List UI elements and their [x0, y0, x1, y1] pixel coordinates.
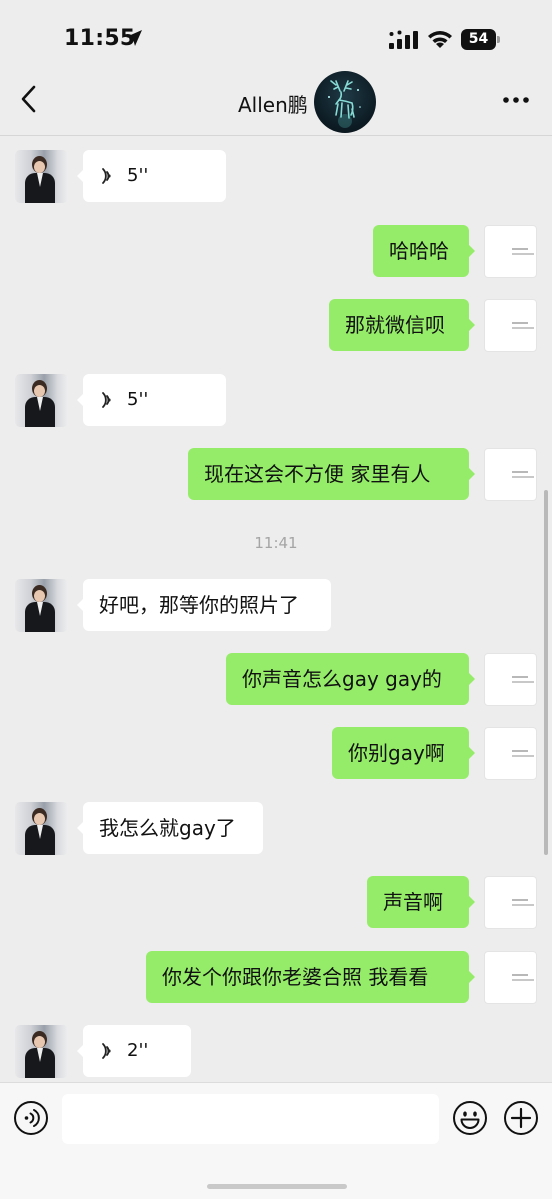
message-timestamp: 11:41 — [254, 534, 298, 552]
cellular-signal-icon — [389, 30, 418, 49]
sent-message-bubble[interactable]: 你声音怎么gay gay的 — [226, 653, 475, 705]
status-bar: 11:55 54 — [0, 0, 552, 68]
contact-avatar[interactable] — [15, 1025, 68, 1078]
sent-message-bubble[interactable]: 你别gay啊 — [332, 727, 475, 779]
contact-avatar[interactable] — [15, 150, 68, 203]
message-list[interactable]: 5'' 哈哈哈 那就微信呗 5'' 现在这会不方便 家里有人 11:41 好吧，… — [0, 137, 552, 1082]
voice-wave-icon — [102, 168, 111, 184]
self-avatar[interactable] — [484, 448, 537, 501]
chevron-left-icon[interactable] — [14, 82, 44, 116]
ellipsis-icon[interactable] — [500, 90, 532, 110]
voice-input-icon[interactable] — [13, 1100, 49, 1136]
self-avatar[interactable] — [484, 951, 537, 1004]
voice-message-bubble[interactable]: 5'' — [77, 374, 226, 426]
voice-message-bubble[interactable]: 5'' — [77, 150, 226, 202]
received-message-bubble[interactable]: 我怎么就gay了 — [77, 802, 263, 854]
wifi-icon — [428, 31, 452, 48]
contact-avatar[interactable] — [15, 374, 68, 427]
glowing-deer-icon — [328, 80, 361, 128]
contact-avatar[interactable] — [15, 802, 68, 855]
home-indicator — [207, 1184, 347, 1189]
battery-indicator: 54 — [461, 29, 501, 50]
smiley-icon[interactable] — [452, 1100, 488, 1136]
self-avatar[interactable] — [484, 653, 537, 706]
voice-duration: 5'' — [127, 165, 149, 186]
contact-avatar[interactable] — [15, 579, 68, 632]
self-avatar[interactable] — [484, 299, 537, 352]
received-message-bubble[interactable]: 好吧，那等你的照片了 — [77, 579, 331, 631]
self-avatar[interactable] — [484, 727, 537, 780]
voice-duration: 5'' — [127, 389, 149, 410]
location-arrow-icon — [126, 30, 142, 46]
message-input[interactable] — [62, 1094, 439, 1144]
chat-header: Allen鹏 — [0, 68, 552, 136]
self-avatar[interactable] — [484, 876, 537, 929]
voice-message-bubble[interactable]: 2'' — [77, 1025, 191, 1077]
sent-message-bubble[interactable]: 现在这会不方便 家里有人 — [188, 448, 475, 500]
battery-cap — [497, 36, 500, 43]
voice-duration: 2'' — [127, 1040, 149, 1061]
self-avatar[interactable] — [484, 225, 537, 278]
sent-message-bubble[interactable]: 那就微信呗 — [329, 299, 475, 351]
sent-message-bubble[interactable]: 你发个你跟你老婆合照 我看看 — [146, 951, 475, 1003]
chat-title[interactable]: Allen鹏 — [238, 89, 308, 118]
voice-wave-icon — [102, 392, 111, 408]
contact-status-avatar[interactable] — [314, 71, 376, 133]
input-bar — [0, 1082, 552, 1199]
plus-circle-icon[interactable] — [503, 1100, 539, 1136]
sent-message-bubble[interactable]: 哈哈哈 — [373, 225, 475, 277]
sent-message-bubble[interactable]: 声音啊 — [367, 876, 475, 928]
chat-screen: 11:55 54 Allen鹏 5'' 哈哈哈 那就微信呗 5'' 现在这会不方… — [0, 0, 552, 1199]
scrollbar-thumb[interactable] — [544, 490, 548, 855]
battery-level: 54 — [468, 31, 489, 47]
voice-wave-icon — [102, 1043, 111, 1059]
